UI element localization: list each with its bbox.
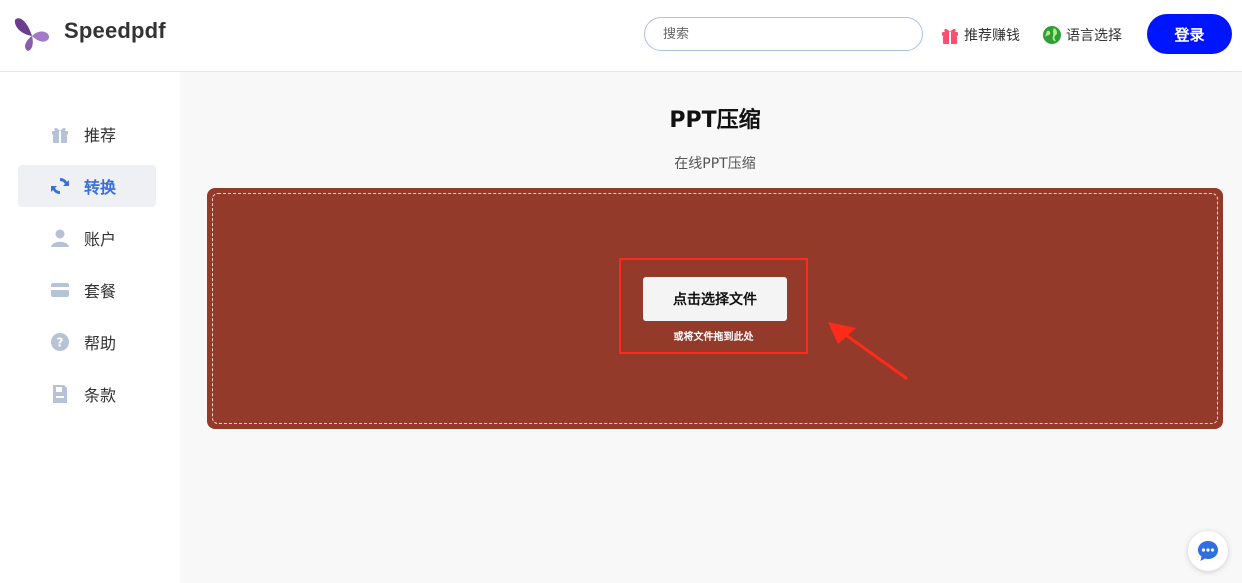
page-subtitle: 在线PPT压缩 [674, 156, 756, 172]
help-icon: ? [51, 333, 69, 351]
gift-icon [942, 28, 958, 44]
referral-label: 推荐赚钱 [964, 28, 1020, 44]
sync-icon [51, 177, 69, 195]
sidebar-item-label: 推荐 [84, 126, 117, 145]
gift-icon [52, 127, 68, 143]
chat-support-button[interactable] [1188, 531, 1228, 571]
card-icon [51, 283, 69, 297]
page-title: PPT压缩 [669, 108, 761, 133]
language-selector[interactable]: 语言选择 [1042, 24, 1122, 46]
sidebar-item-label: 账户 [84, 230, 117, 249]
brand-name[interactable]: Speedpdf [64, 18, 166, 44]
red-arrow-icon [828, 322, 908, 380]
sidebar: 推荐 转换 账户 套餐 ? 帮助 条款 [0, 72, 180, 583]
sidebar-item-label: 套餐 [84, 282, 117, 301]
sidebar-item-label: 条款 [84, 386, 117, 405]
globe-icon [1043, 26, 1061, 44]
sidebar-item-label: 转换 [84, 178, 117, 197]
choose-file-button[interactable]: 点击选择文件 [643, 277, 787, 321]
sidebar-item-terms[interactable]: 条款 [18, 373, 156, 415]
drag-hint: 或将文件拖到此处 [673, 332, 754, 343]
svg-text:?: ? [57, 336, 64, 350]
main-content: PPT压缩 在线PPT压缩 点击选择文件 或将文件拖到此处 [180, 72, 1242, 583]
search-input[interactable] [644, 17, 923, 51]
sidebar-item-help[interactable]: ? 帮助 [18, 321, 156, 363]
chat-bubble-icon [1198, 541, 1218, 561]
sidebar-item-account[interactable]: 账户 [18, 217, 156, 259]
sidebar-item-referral[interactable]: 推荐 [18, 113, 156, 155]
sidebar-item-plans[interactable]: 套餐 [18, 269, 156, 311]
header: Speedpdf 推荐赚钱 语言选择 登录 [0, 0, 1242, 72]
document-icon [53, 385, 67, 403]
referral-link[interactable]: 推荐赚钱 [940, 24, 1020, 46]
highlight-box: 点击选择文件 或将文件拖到此处 [619, 258, 808, 354]
language-label: 语言选择 [1066, 28, 1122, 44]
sidebar-item-convert[interactable]: 转换 [18, 165, 156, 207]
user-icon [51, 229, 69, 247]
sidebar-item-label: 帮助 [84, 334, 117, 353]
file-dropzone[interactable]: 点击选择文件 或将文件拖到此处 [207, 188, 1223, 429]
login-button[interactable]: 登录 [1147, 14, 1232, 54]
butterfly-logo-icon[interactable] [12, 14, 52, 54]
